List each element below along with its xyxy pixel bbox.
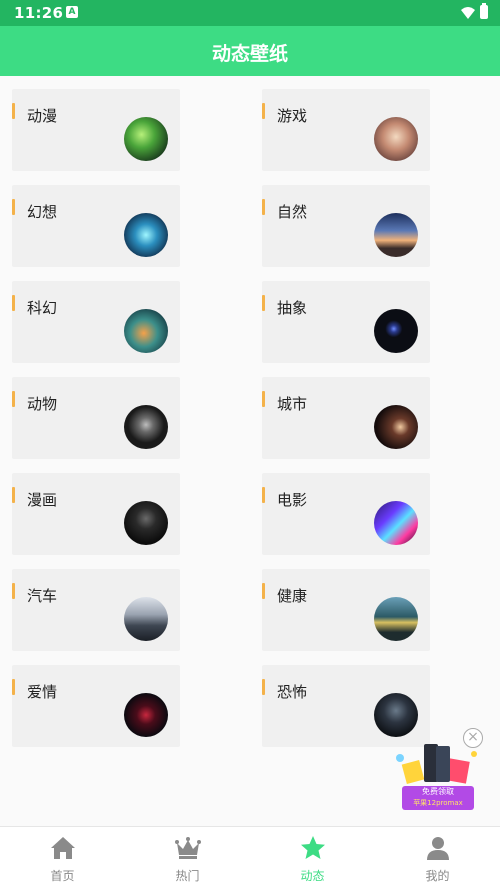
tab-dynamic[interactable]: 动态 [250,827,375,889]
category-thumbnail [124,117,168,161]
card-accent-bar [12,103,15,119]
tab-label: 动态 [300,869,325,883]
category-thumbnail [124,501,168,545]
category-card-love[interactable]: 爱情 [12,665,180,747]
home-icon [51,837,75,859]
card-accent-bar [262,583,265,599]
ad-illustration [396,744,477,784]
status-bar: 11:26 A [0,0,500,26]
ad-text-line1: 免费领取 [422,787,454,796]
ad-banner[interactable]: 免费领取 苹果12promax [402,786,474,810]
category-label: 汽车 [27,587,58,605]
person-icon [427,837,449,860]
card-accent-bar [12,199,15,215]
bottom-tab-bar: 首页 热门 动态 我的 [0,826,500,889]
card-accent-bar [12,391,15,407]
category-card-scifi[interactable]: 科幻 [12,281,180,363]
ad-text-line2: 苹果12promax [413,799,463,807]
wifi-icon [461,7,475,19]
category-thumbnail [124,405,168,449]
page-title: 动态壁纸 [211,43,288,65]
category-card-game[interactable]: 游戏 [262,89,430,171]
category-label: 动漫 [27,107,58,125]
card-accent-bar [12,679,15,695]
category-label: 电影 [277,491,308,509]
star-icon [301,836,325,859]
category-thumbnail [124,309,168,353]
category-label: 自然 [277,203,308,221]
category-card-anime[interactable]: 动漫 [12,89,180,171]
category-grid: 动漫 游戏 幻想 自然 科幻 抽象 动物 城市 漫画 电影 汽车 健康 爱情 恐… [0,76,500,826]
tab-mine[interactable]: 我的 [375,827,500,889]
category-card-city[interactable]: 城市 [262,377,430,459]
tab-home[interactable]: 首页 [0,827,125,889]
category-thumbnail [374,117,418,161]
crown-icon [175,837,201,859]
category-label: 抽象 [277,299,308,317]
category-label: 幻想 [27,203,58,221]
card-accent-bar [262,199,265,215]
card-accent-bar [262,295,265,311]
category-label: 科幻 [27,299,58,317]
card-accent-bar [262,487,265,503]
category-label: 游戏 [277,107,308,125]
category-card-abstract[interactable]: 抽象 [262,281,430,363]
tab-hot[interactable]: 热门 [125,827,250,889]
category-label: 漫画 [27,491,58,509]
category-thumbnail [124,597,168,641]
card-accent-bar [262,391,265,407]
card-accent-bar [12,295,15,311]
category-thumbnail [374,597,418,641]
card-accent-bar [262,103,265,119]
category-label: 爱情 [27,683,58,701]
category-thumbnail [124,693,168,737]
category-label: 动物 [27,395,58,413]
category-card-comic[interactable]: 漫画 [12,473,180,555]
category-thumbnail [374,309,418,353]
card-accent-bar [262,679,265,695]
category-card-movie[interactable]: 电影 [262,473,430,555]
ad-close-button[interactable]: × [463,728,483,748]
category-thumbnail [124,213,168,257]
category-thumbnail [374,405,418,449]
category-card-health[interactable]: 健康 [262,569,430,651]
category-card-animal[interactable]: 动物 [12,377,180,459]
tab-label: 首页 [50,869,75,883]
tab-label: 我的 [425,869,450,883]
battery-icon [480,3,488,19]
card-accent-bar [12,583,15,599]
notification-icon: A [66,6,78,18]
status-time: 11:26 [14,4,64,22]
category-label: 恐怖 [277,683,308,701]
floating-ad[interactable]: 免费领取 苹果12promax × [390,728,490,812]
tab-label: 热门 [175,869,200,883]
category-label: 城市 [277,395,308,413]
category-thumbnail [374,501,418,545]
category-label: 健康 [277,587,308,605]
card-accent-bar [12,487,15,503]
category-thumbnail [374,213,418,257]
category-card-car[interactable]: 汽车 [12,569,180,651]
title-bar: 动态壁纸 [0,26,500,76]
category-card-fantasy[interactable]: 幻想 [12,185,180,267]
category-card-nature[interactable]: 自然 [262,185,430,267]
